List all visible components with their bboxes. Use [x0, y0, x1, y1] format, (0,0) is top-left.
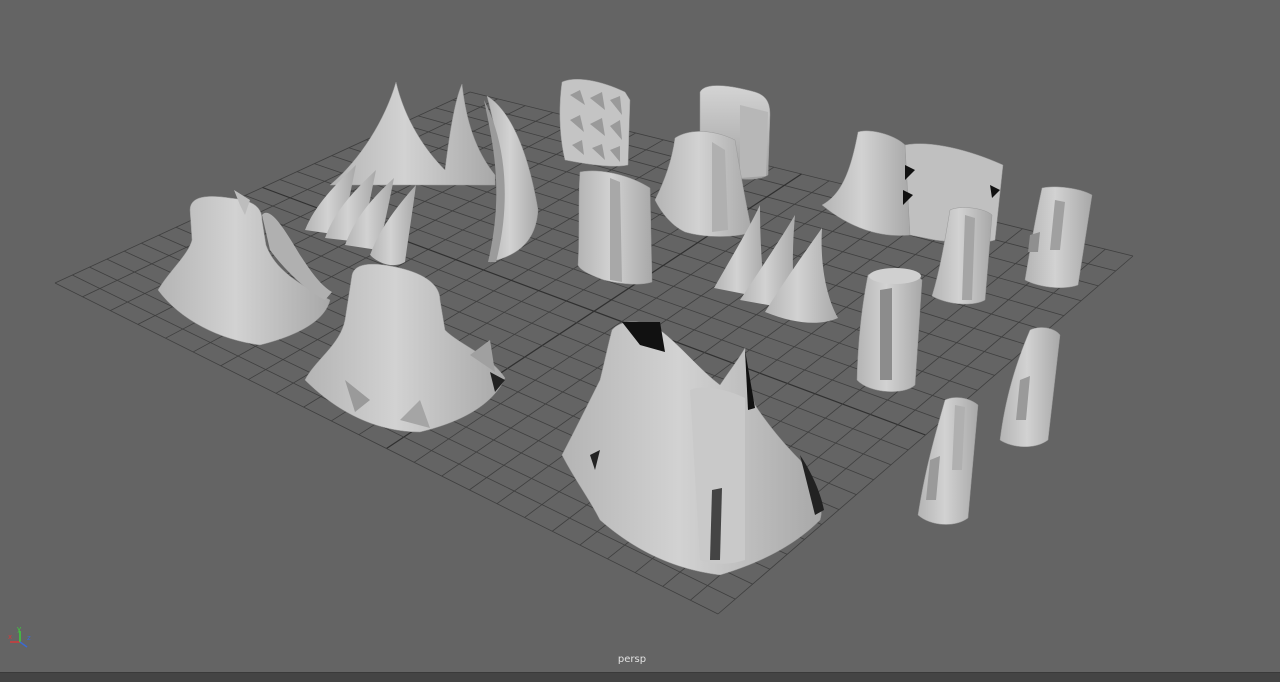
- scene-meshes: [157, 79, 1093, 576]
- mesh-waffle-panel[interactable]: [559, 79, 631, 167]
- viewport-canvas[interactable]: [0, 0, 1280, 672]
- z-axis-label: z: [27, 634, 31, 642]
- view-axis-gizmo: x y z: [6, 626, 36, 652]
- mesh-cylinder-column[interactable]: [856, 268, 923, 392]
- mesh-pillar-d[interactable]: [917, 397, 979, 525]
- mesh-pillar-c[interactable]: [999, 327, 1061, 447]
- y-axis-label: y: [17, 626, 21, 633]
- camera-label: persp: [617, 654, 647, 665]
- x-axis-label: x: [8, 633, 12, 641]
- perspective-viewport[interactable]: persp x y z: [0, 0, 1280, 672]
- z-axis-line: [19, 641, 28, 648]
- mesh-pillar-b[interactable]: [1024, 186, 1093, 288]
- mesh-tall-drape[interactable]: [577, 170, 653, 285]
- mesh-rounded-block-spiked[interactable]: [304, 263, 506, 433]
- mesh-front-large-drape[interactable]: [561, 321, 824, 576]
- mesh-rounded-block-left[interactable]: [157, 190, 332, 346]
